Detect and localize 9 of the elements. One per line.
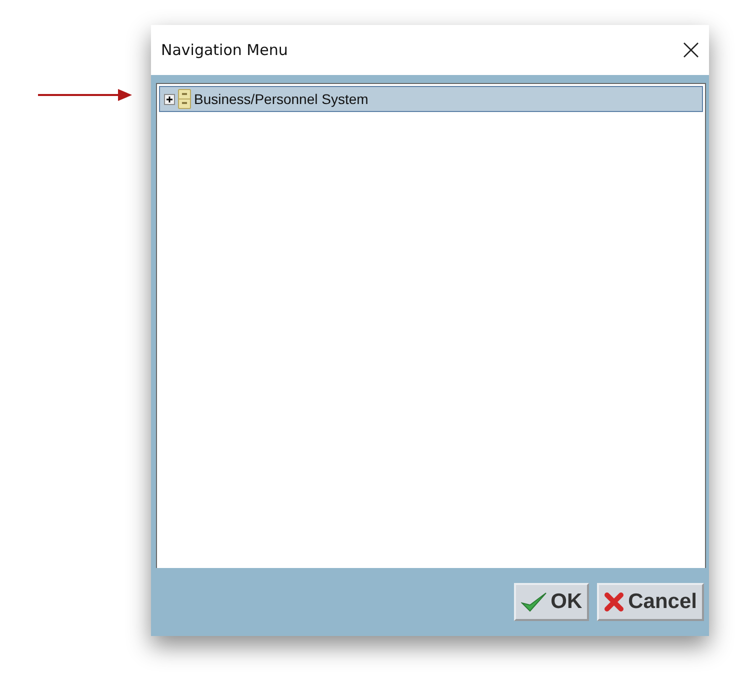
check-icon [520,591,547,613]
cancel-button[interactable]: Cancel [597,583,704,621]
window-title: Navigation Menu [161,40,288,61]
cabinet-icon [178,89,191,109]
ok-button[interactable]: OK [514,583,590,621]
x-icon [604,592,624,612]
close-icon[interactable] [683,42,699,58]
tree-item[interactable]: Business/Personnel System [159,86,703,112]
expander-icon[interactable] [164,94,175,104]
